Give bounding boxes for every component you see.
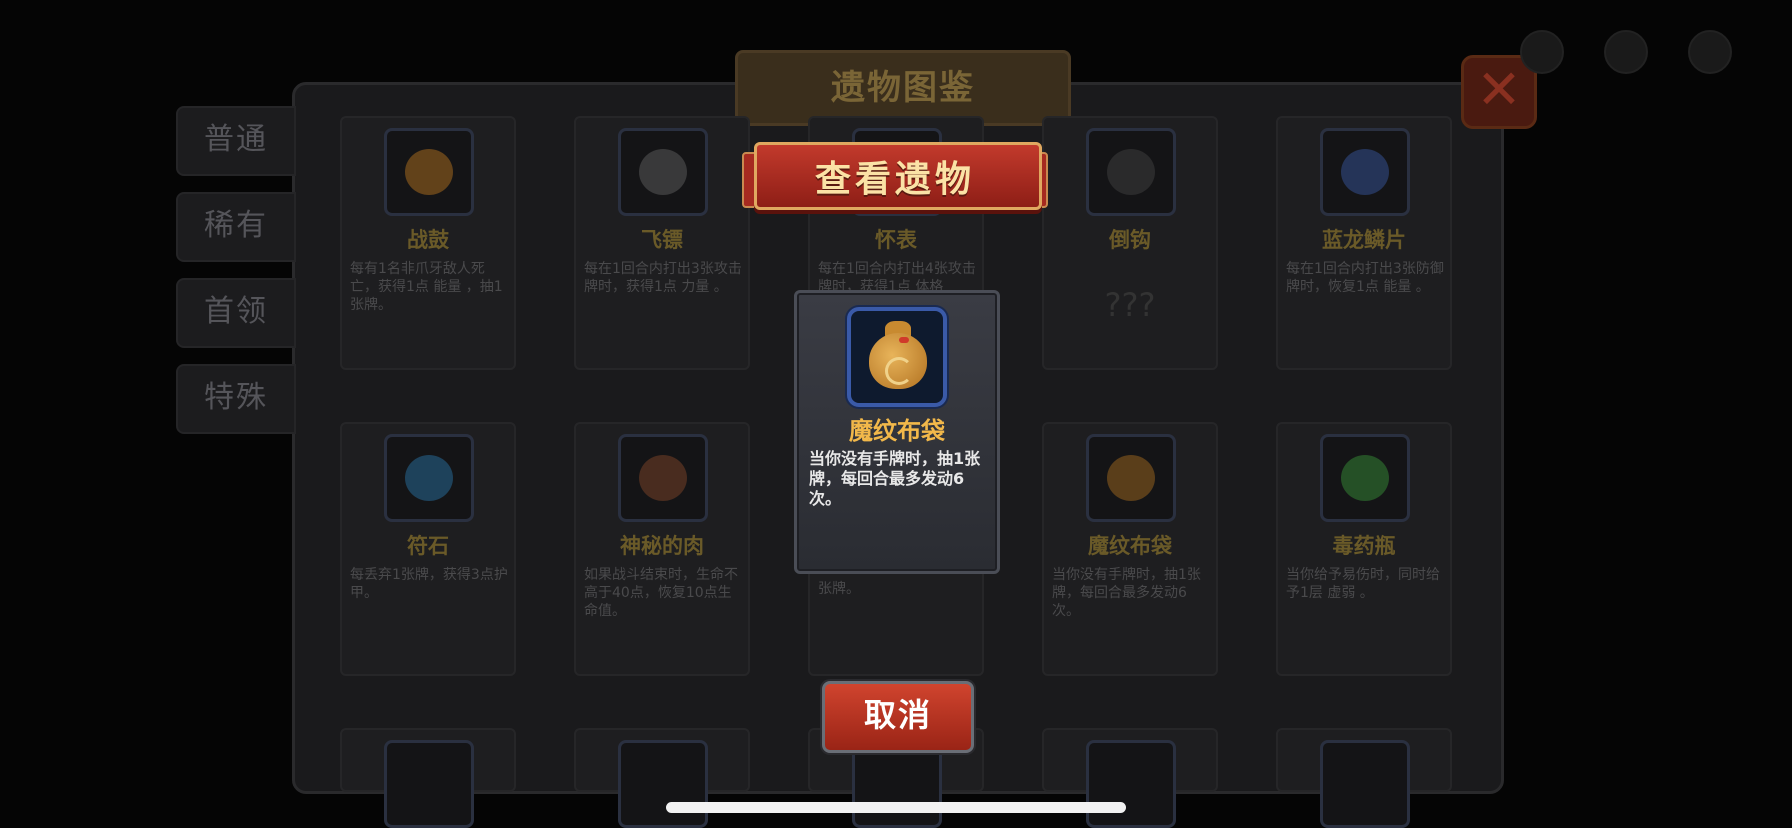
relic-slot (618, 434, 708, 522)
relic-name: 魔纹布袋 (849, 417, 945, 445)
relic-slot (618, 128, 708, 216)
tab-special[interactable]: 特殊 (176, 364, 296, 434)
cloth-pouch-icon (1107, 455, 1155, 501)
relic-name: 符石 (407, 534, 449, 558)
relic-slot (1320, 740, 1410, 828)
relic-desc: 每有1名非爪牙敌人死亡，获得1点 能量 ，抽1张牌。 (350, 261, 503, 313)
relic-name: 倒钩 (1109, 228, 1151, 252)
poison-bottle-icon (1341, 455, 1389, 501)
relic-slot (1086, 128, 1176, 216)
relic-slot (384, 434, 474, 522)
page-title: 遗物图鉴 (831, 68, 975, 108)
relic-card[interactable]: 神秘的肉 如果战斗结束时，生命不高于40点，恢复10点生命值。 (574, 422, 750, 676)
relic-desc: ??? (1104, 286, 1156, 324)
relic-slot (1086, 434, 1176, 522)
relic-slot (384, 740, 474, 828)
tab-boss[interactable]: 首领 (176, 278, 296, 348)
rune-stone-icon (405, 455, 453, 501)
meat-icon (639, 455, 687, 501)
relic-desc: 当你给予易伤时，同时给予1层 虚弱 。 (1286, 567, 1440, 601)
relic-name: 魔纹布袋 (1088, 534, 1172, 558)
relic-card[interactable]: 飞镖 每在1回合内打出3张攻击牌时，获得1点 力量 。 (574, 116, 750, 370)
relic-slot (618, 740, 708, 828)
relic-name: 怀表 (875, 228, 917, 252)
relic-slot (384, 128, 474, 216)
top-right-icons (1520, 30, 1732, 74)
relic-desc: 每在1回合内打出3张防御牌时，恢复1点 能量 。 (1286, 261, 1444, 295)
home-indicator[interactable] (666, 802, 1126, 813)
relic-name: 毒药瓶 (1332, 534, 1396, 558)
dragon-scale-icon (1341, 149, 1389, 195)
relic-card[interactable]: 倒钩 ??? (1042, 116, 1218, 370)
relic-desc: 如果战斗结束时，生命不高于40点，恢复10点生命值。 (584, 567, 738, 619)
relic-card[interactable]: 蓝龙鳞片 每在1回合内打出3张防御牌时，恢复1点 能量 。 (1276, 116, 1452, 370)
cancel-button[interactable]: 取消 (822, 681, 974, 753)
info-icon[interactable] (1520, 30, 1564, 74)
relic-icon-slot (847, 307, 947, 407)
relic-card[interactable] (574, 728, 750, 828)
relic-slot (1320, 128, 1410, 216)
war-drum-icon (405, 149, 453, 195)
tab-rare[interactable]: 稀有 (176, 192, 296, 262)
dialog-banner: 查看遗物 (742, 136, 1048, 216)
relic-name: 蓝龙鳞片 (1322, 228, 1406, 252)
relic-name: 神秘的肉 (620, 534, 704, 558)
relic-card[interactable]: 战鼓 每有1名非爪牙敌人死亡，获得1点 能量 ，抽1张牌。 (340, 116, 516, 370)
relic-name: 战鼓 (407, 228, 449, 252)
relic-card[interactable]: 魔纹布袋 当你没有手牌时，抽1张牌，每回合最多发动6次。 (1042, 422, 1218, 676)
relic-name: 飞镖 (641, 228, 683, 252)
relic-card[interactable]: 毒药瓶 当你给予易伤时，同时给予1层 虚弱 。 (1276, 422, 1452, 676)
relic-desc: 当你没有手牌时，抽1张牌，每回合最多发动6次。 (1052, 567, 1201, 619)
close-icon: ✕ (1476, 58, 1522, 121)
relic-detail-card: 魔纹布袋 当你没有手牌时，抽1张牌，每回合最多发动6次。 (794, 290, 1000, 574)
relic-desc: 每丢弃1张牌，获得3点护甲。 (350, 567, 508, 601)
relic-card[interactable] (1042, 728, 1218, 828)
map-icon[interactable] (1604, 30, 1648, 74)
relic-description: 当你没有手牌时，抽1张牌，每回合最多发动6次。 (809, 449, 981, 508)
gear-icon[interactable] (1688, 30, 1732, 74)
tab-common[interactable]: 普通 (176, 106, 296, 176)
dart-icon (639, 149, 687, 195)
relic-slot (852, 740, 942, 828)
relic-slot (1320, 434, 1410, 522)
relic-card[interactable] (1276, 728, 1452, 828)
relic-slot (1086, 740, 1176, 828)
relic-desc: 每在1回合内打出3张攻击牌时，获得1点 力量 。 (584, 261, 742, 295)
relic-desc: 张牌。 (818, 581, 860, 597)
relic-card[interactable] (340, 728, 516, 828)
relic-card[interactable]: 符石 每丢弃1张牌，获得3点护甲。 (340, 422, 516, 676)
hook-icon (1107, 149, 1155, 195)
dialog-title: 查看遗物 (814, 159, 975, 200)
